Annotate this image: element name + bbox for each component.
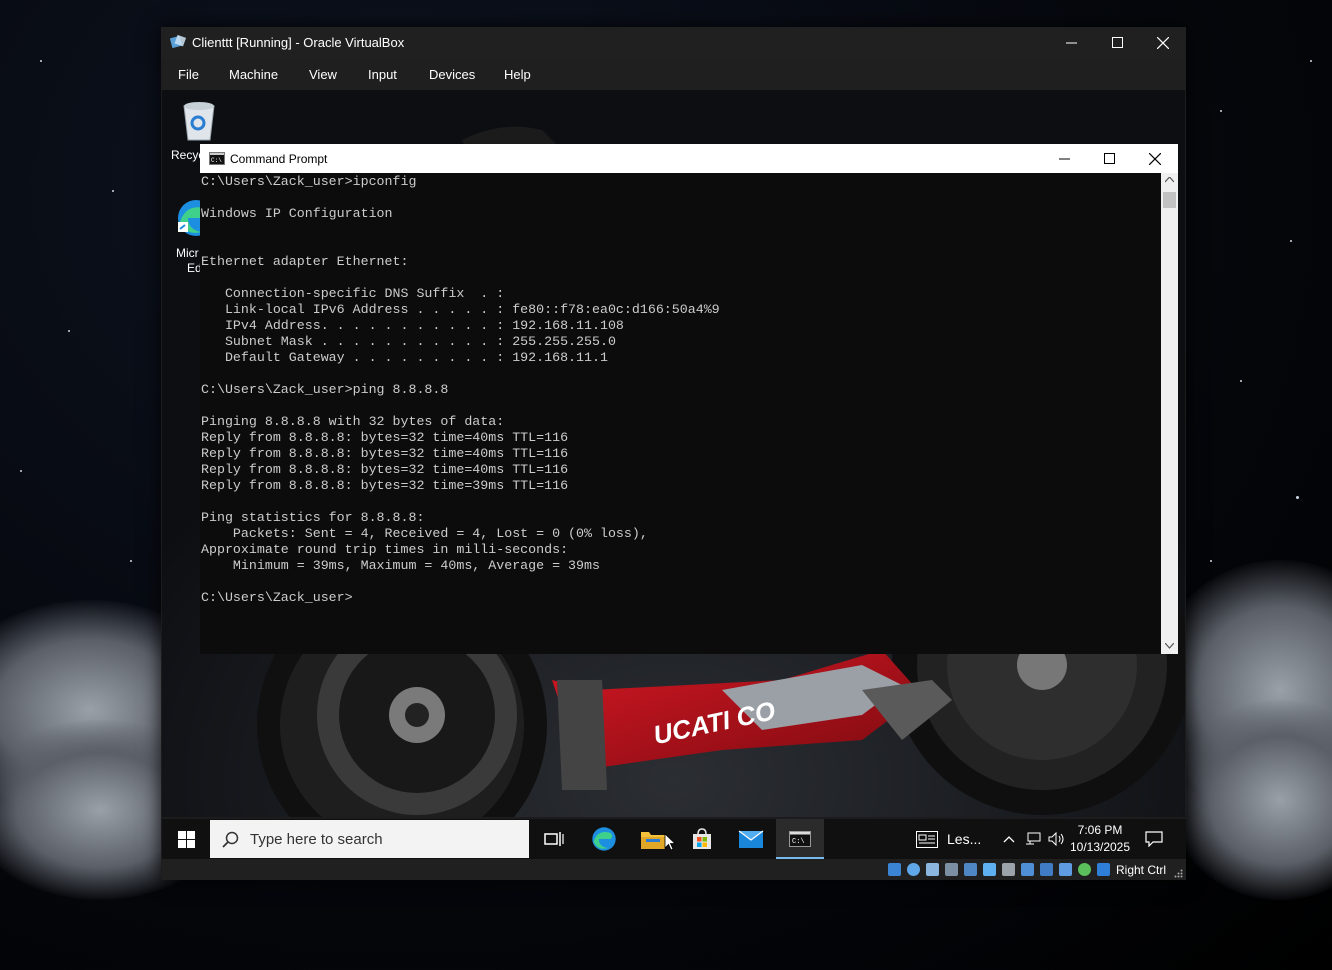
- file-explorer-icon: [641, 832, 665, 849]
- usb-status-icon[interactable]: [945, 863, 958, 876]
- news-label: Les...: [947, 831, 982, 847]
- optical-drive-status-icon[interactable]: [888, 863, 901, 876]
- host-key-label: Right Ctrl: [1116, 863, 1167, 877]
- search-placeholder: Type here to search: [250, 831, 383, 848]
- store-icon: [693, 828, 711, 849]
- cmd-output-text: C:\Users\Zack_user>ipconfig Windows IP C…: [201, 174, 720, 605]
- menu-file[interactable]: File: [178, 67, 199, 82]
- cmd-console[interactable]: C:\Users\Zack_user>ipconfig Windows IP C…: [200, 173, 1161, 654]
- network-icon: [1026, 832, 1041, 845]
- mouse-cursor-icon: [664, 833, 676, 851]
- scroll-down-arrow-icon[interactable]: [1165, 643, 1174, 649]
- display-status-icon[interactable]: [1002, 863, 1015, 876]
- clock[interactable]: 7:06 PM 10/13/2025: [1068, 822, 1132, 856]
- start-button[interactable]: [162, 819, 210, 859]
- network-status-icon[interactable]: [964, 863, 977, 876]
- volume-icon: [1048, 832, 1064, 846]
- volume-tray-button[interactable]: [1046, 819, 1068, 859]
- virtualbox-icon: [170, 34, 186, 49]
- desktop-icon-label: Micr: [176, 246, 199, 260]
- svg-text:C:\: C:\: [211, 157, 222, 164]
- task-view-icon: [544, 832, 564, 846]
- menu-help[interactable]: Help: [504, 67, 531, 82]
- resize-grip-icon[interactable]: [1174, 869, 1183, 878]
- recording-status-icon[interactable]: [1021, 863, 1034, 876]
- chevron-up-icon: [1003, 836, 1015, 843]
- maximize-button[interactable]: [1094, 27, 1140, 58]
- minimize-button[interactable]: [1048, 27, 1094, 58]
- network-tray-button[interactable]: [1022, 819, 1044, 859]
- close-icon: [1157, 36, 1169, 49]
- hard-disk-status-icon[interactable]: [926, 863, 939, 876]
- menu-devices[interactable]: Devices: [429, 67, 475, 82]
- clock-time: 7:06 PM: [1077, 823, 1123, 837]
- cmd-close-button[interactable]: [1132, 144, 1178, 173]
- cmd-icon: C:\: [789, 831, 811, 847]
- minimize-icon: [1058, 158, 1070, 160]
- taskbar-store-button[interactable]: [678, 819, 726, 859]
- menu-view[interactable]: View: [309, 67, 337, 82]
- clipboard-status-icon[interactable]: [1040, 863, 1053, 876]
- scroll-thumb[interactable]: [1163, 192, 1176, 208]
- news-widget[interactable]: Les...: [914, 819, 996, 859]
- mail-icon: [738, 830, 764, 848]
- recycle-bin-icon: [183, 102, 215, 141]
- maximize-icon: [1111, 37, 1123, 48]
- window-title: Clienttt [Running] - Oracle VirtualBox: [192, 35, 405, 50]
- mouse-integration-status-icon[interactable]: [1097, 863, 1110, 876]
- taskbar-cmd-button[interactable]: C:\: [776, 819, 824, 859]
- cmd-maximize-button[interactable]: [1086, 144, 1132, 173]
- clock-date: 10/13/2025: [1069, 840, 1131, 854]
- cpu-status-icon[interactable]: [1078, 863, 1091, 876]
- svg-text:C:\: C:\: [792, 838, 805, 846]
- audio-status-icon[interactable]: [907, 863, 920, 876]
- shared-folders-status-icon[interactable]: [983, 863, 996, 876]
- virtualbox-status-bar: Right Ctrl: [162, 859, 1186, 880]
- menu-bar: File Machine View Input Devices Help: [161, 58, 1186, 90]
- close-button[interactable]: [1140, 27, 1186, 58]
- news-icon: [916, 831, 938, 848]
- taskbar-edge-button[interactable]: [580, 819, 628, 859]
- task-view-button[interactable]: [530, 819, 578, 859]
- search-icon: [222, 831, 239, 848]
- guest-taskbar: Type here to search C:\ Les... 7:06 PM 1…: [162, 819, 1186, 859]
- cmd-icon: C:\: [209, 152, 225, 165]
- virtualization-status-icon[interactable]: [1059, 863, 1072, 876]
- menu-input[interactable]: Input: [368, 67, 397, 82]
- cmd-window-title: Command Prompt: [230, 152, 328, 166]
- minimize-icon: [1065, 42, 1077, 44]
- show-hidden-icons-button[interactable]: [998, 819, 1020, 859]
- close-icon: [1149, 152, 1161, 165]
- cmd-minimize-button[interactable]: [1041, 144, 1087, 173]
- cmd-scrollbar[interactable]: [1161, 173, 1178, 654]
- cmd-title-bar[interactable]: C:\ Command Prompt: [200, 144, 1178, 173]
- virtualbox-title-bar[interactable]: Clienttt [Running] - Oracle VirtualBox: [161, 27, 1186, 58]
- command-prompt-window: C:\ Command Prompt C:\Users\Zack_user>ip…: [200, 144, 1178, 654]
- edge-icon: [592, 827, 616, 851]
- action-center-button[interactable]: [1132, 819, 1176, 859]
- taskbar-search-box[interactable]: Type here to search: [210, 820, 529, 858]
- scroll-up-arrow-icon[interactable]: [1165, 177, 1174, 183]
- taskbar-mail-button[interactable]: [727, 819, 775, 859]
- windows-logo-icon: [177, 830, 195, 848]
- maximize-icon: [1103, 153, 1115, 164]
- taskbar-file-explorer-button[interactable]: [629, 819, 677, 859]
- notification-icon: [1145, 831, 1163, 847]
- menu-machine[interactable]: Machine: [229, 67, 278, 82]
